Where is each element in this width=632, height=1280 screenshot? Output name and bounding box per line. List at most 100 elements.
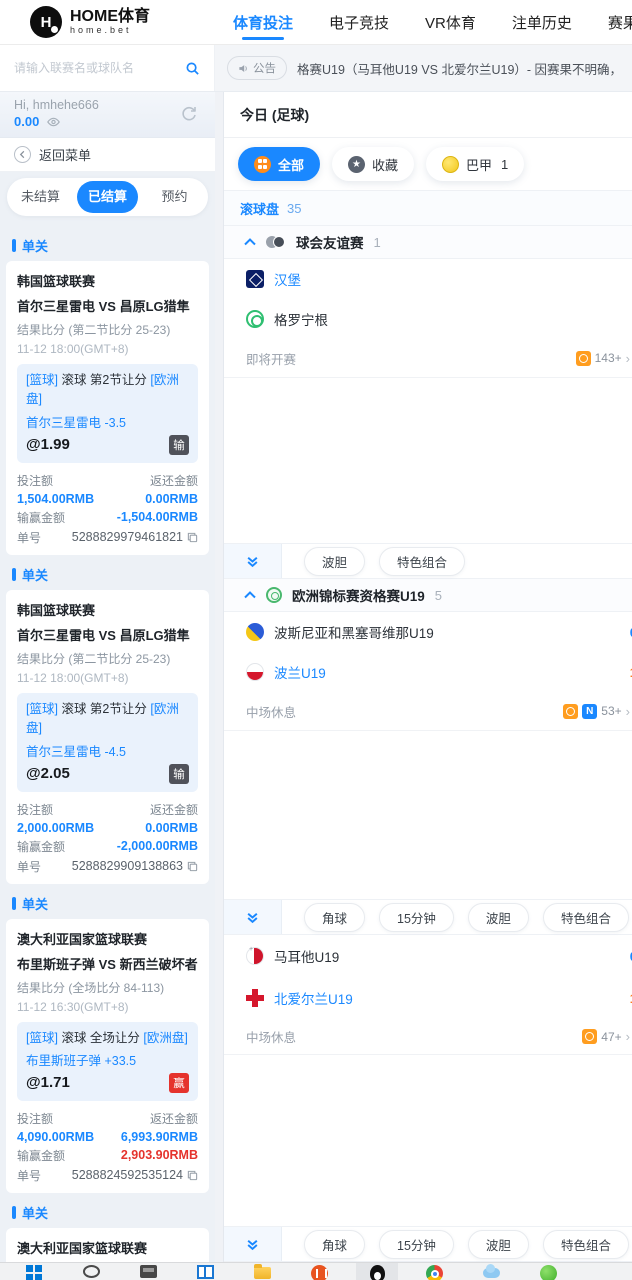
bet-odds: @1.99 xyxy=(26,436,70,454)
team-row-home[interactable]: 马耳他U19 0 xyxy=(224,935,632,977)
refresh-icon[interactable] xyxy=(179,104,199,124)
bet-card[interactable]: 澳大利亚国家篮球联赛 布里斯班子弹 VS 新西兰破坏者 结果比分 (第三节比分 … xyxy=(6,1227,209,1262)
qq-active-highlight[interactable] xyxy=(356,1263,398,1280)
search-bar xyxy=(0,45,215,91)
pill-corners[interactable]: 角球 xyxy=(304,902,366,932)
task-view-icon[interactable] xyxy=(197,1265,214,1279)
bet-selection: 布里斯班子弹 +33.5 xyxy=(26,1053,137,1068)
green-app-icon[interactable] xyxy=(540,1265,557,1280)
group-match-count: 5 xyxy=(434,587,442,603)
settlement-tabs: 未结算 已结算 预约 xyxy=(7,178,208,216)
team-row-home[interactable]: 波斯尼亚和黑塞哥维那U19 0 xyxy=(224,612,632,652)
taskbar-search-icon[interactable] xyxy=(83,1265,100,1278)
chevron-right-icon[interactable]: › xyxy=(626,704,630,719)
groningen-logo-icon xyxy=(246,310,264,328)
search-input[interactable] xyxy=(14,61,185,75)
qq-icon[interactable] xyxy=(369,1265,385,1280)
arrow-left-icon xyxy=(14,146,31,163)
page-title: 今日 (足球) xyxy=(224,92,632,138)
group-match-count: 1 xyxy=(373,234,381,250)
bet-list: 单关 韩国篮球联赛 首尔三星雷电 VS 昌原LG猎隼 结果比分 (第二节比分 2… xyxy=(0,222,215,1262)
chrome-icon[interactable] xyxy=(426,1265,443,1280)
chevron-up-icon[interactable] xyxy=(244,591,256,599)
pill-correct-score[interactable]: 波胆 xyxy=(304,546,366,576)
pill-correct-score[interactable]: 波胆 xyxy=(467,1229,529,1259)
order-number: 5288824592535124 xyxy=(72,1168,198,1182)
copy-icon[interactable] xyxy=(187,532,198,543)
match-status: 中场休息 xyxy=(246,1031,297,1045)
market-footer: 波胆 特色组合 xyxy=(224,543,632,579)
group-header-euro-u19[interactable]: 欧洲锦标赛资格赛U19 5 xyxy=(224,579,632,612)
match-status-row[interactable]: 中场休息 N 53+ › xyxy=(224,692,632,731)
stake-amount: 2,000.00RMB xyxy=(17,820,95,835)
windows-start-icon[interactable] xyxy=(26,1265,43,1280)
file-explorer-icon[interactable] xyxy=(254,1264,271,1279)
live-betting-bar[interactable]: 滚球盘 35 xyxy=(224,190,632,226)
chip-favorites[interactable]: ★ 收藏 xyxy=(332,147,415,181)
brand-logo[interactable]: H HOME体育 home.bet xyxy=(30,6,215,38)
bet-teams: 首尔三星雷电 VS 昌原LG猎隼 xyxy=(17,627,190,643)
team-row-home[interactable]: 汉堡 xyxy=(224,259,632,299)
bet-odds: @1.71 xyxy=(26,1074,70,1092)
copy-icon[interactable] xyxy=(187,861,198,872)
bet-result-score: 结果比分 (全场比分 84-113) xyxy=(17,980,165,995)
bet-history-sidebar: Hi, hmhehe666 0.00 返回菜单 未结算 已结算 预约 单关 韩国… xyxy=(0,92,215,1262)
bet-card[interactable]: 韩国篮球联赛 首尔三星雷电 VS 昌原LG猎隼 结果比分 (第二节比分 25-2… xyxy=(6,589,209,884)
bet-result-score: 结果比分 (第二节比分 25-23) xyxy=(17,323,171,337)
pill-special-combo[interactable]: 特色组合 xyxy=(379,546,466,576)
bet-league: 澳大利亚国家篮球联赛 xyxy=(17,1240,148,1256)
expand-more-button[interactable] xyxy=(224,544,282,578)
expand-more-button[interactable] xyxy=(224,1227,282,1261)
pill-correct-score[interactable]: 波胆 xyxy=(467,902,529,932)
expand-more-button[interactable] xyxy=(224,900,282,934)
nav-bet-history[interactable]: 注单历史 xyxy=(512,0,572,45)
team-name: 北爱尔兰U19 xyxy=(274,992,353,1007)
team-row-away[interactable]: 波兰U19 1 xyxy=(224,652,632,692)
nav-sports-betting[interactable]: 体育投注 xyxy=(233,0,293,45)
market-footer: 角球 15分钟 波胆 特色组合 xyxy=(224,1226,632,1262)
team-name: 波斯尼亚和黑塞哥维那U19 xyxy=(274,626,434,641)
nav-vr-sports[interactable]: VR体育 xyxy=(425,0,476,45)
nav-results[interactable]: 赛果 xyxy=(608,0,632,45)
tab-reserved[interactable]: 预约 xyxy=(144,181,205,213)
media-app-icon[interactable] xyxy=(311,1265,328,1280)
profit-amount: -2,000.00RMB xyxy=(116,839,198,853)
eye-icon[interactable] xyxy=(47,117,61,127)
chip-league-baja[interactable]: 巴甲 1 xyxy=(426,147,525,181)
tab-settled[interactable]: 已结算 xyxy=(77,181,138,213)
markets-count: 143+ xyxy=(594,351,622,365)
bet-card[interactable]: 韩国篮球联赛 首尔三星雷电 VS 昌原LG猎隼 结果比分 (第二节比分 25-2… xyxy=(6,261,209,555)
speaker-icon xyxy=(239,64,247,72)
copy-icon[interactable] xyxy=(187,1170,198,1181)
bet-card[interactable]: 澳大利亚国家篮球联赛 布里斯班子弹 VS 新西兰破坏者 结果比分 (全场比分 8… xyxy=(6,918,209,1193)
pill-15min[interactable]: 15分钟 xyxy=(379,902,454,932)
pill-15min[interactable]: 15分钟 xyxy=(379,1229,454,1259)
chevron-up-icon[interactable] xyxy=(244,238,256,246)
match-status-row[interactable]: 即将开赛 143+ › xyxy=(224,339,632,378)
bosnia-flag-icon xyxy=(246,623,264,641)
markets-icon xyxy=(582,1029,598,1044)
chevron-right-icon[interactable]: › xyxy=(626,351,630,366)
nav-esports[interactable]: 电子竞技 xyxy=(329,0,389,45)
tab-unsettled[interactable]: 未结算 xyxy=(10,181,71,213)
taskbar-monitor-icon[interactable] xyxy=(140,1265,157,1278)
panel-divider xyxy=(215,92,224,1262)
team-row-away[interactable]: 格罗宁根 xyxy=(224,299,632,339)
brand-subtitle: home.bet xyxy=(70,24,132,35)
pill-special-combo[interactable]: 特色组合 xyxy=(542,1229,629,1259)
bet-type-label: 单关 xyxy=(12,236,215,255)
match-status-row[interactable]: 中场休息 47+ › xyxy=(224,1019,632,1055)
chevron-right-icon[interactable]: › xyxy=(626,1029,630,1044)
bet-market-line: [篮球] 滚球 全场让分 [欧洲盘] xyxy=(26,1030,188,1045)
pill-special-combo[interactable]: 特色组合 xyxy=(542,902,629,932)
search-icon[interactable] xyxy=(185,61,200,76)
team-row-away[interactable]: 北爱尔兰U19 1 xyxy=(224,977,632,1019)
bet-selection-box: [篮球] 滚球 第2节让分 [欧洲盘] 首尔三星雷电 -4.5 @2.05 输 xyxy=(17,692,198,792)
team-name: 马耳他U19 xyxy=(274,950,340,965)
chip-all[interactable]: 全部 xyxy=(238,147,321,181)
back-to-menu-button[interactable]: 返回菜单 xyxy=(0,138,215,172)
pill-corners[interactable]: 角球 xyxy=(304,1229,366,1259)
bet-league: 韩国篮球联赛 xyxy=(17,602,96,618)
cloud-drive-icon[interactable] xyxy=(483,1264,500,1278)
group-header-friendlies[interactable]: 球会友谊赛 1 xyxy=(224,226,632,259)
